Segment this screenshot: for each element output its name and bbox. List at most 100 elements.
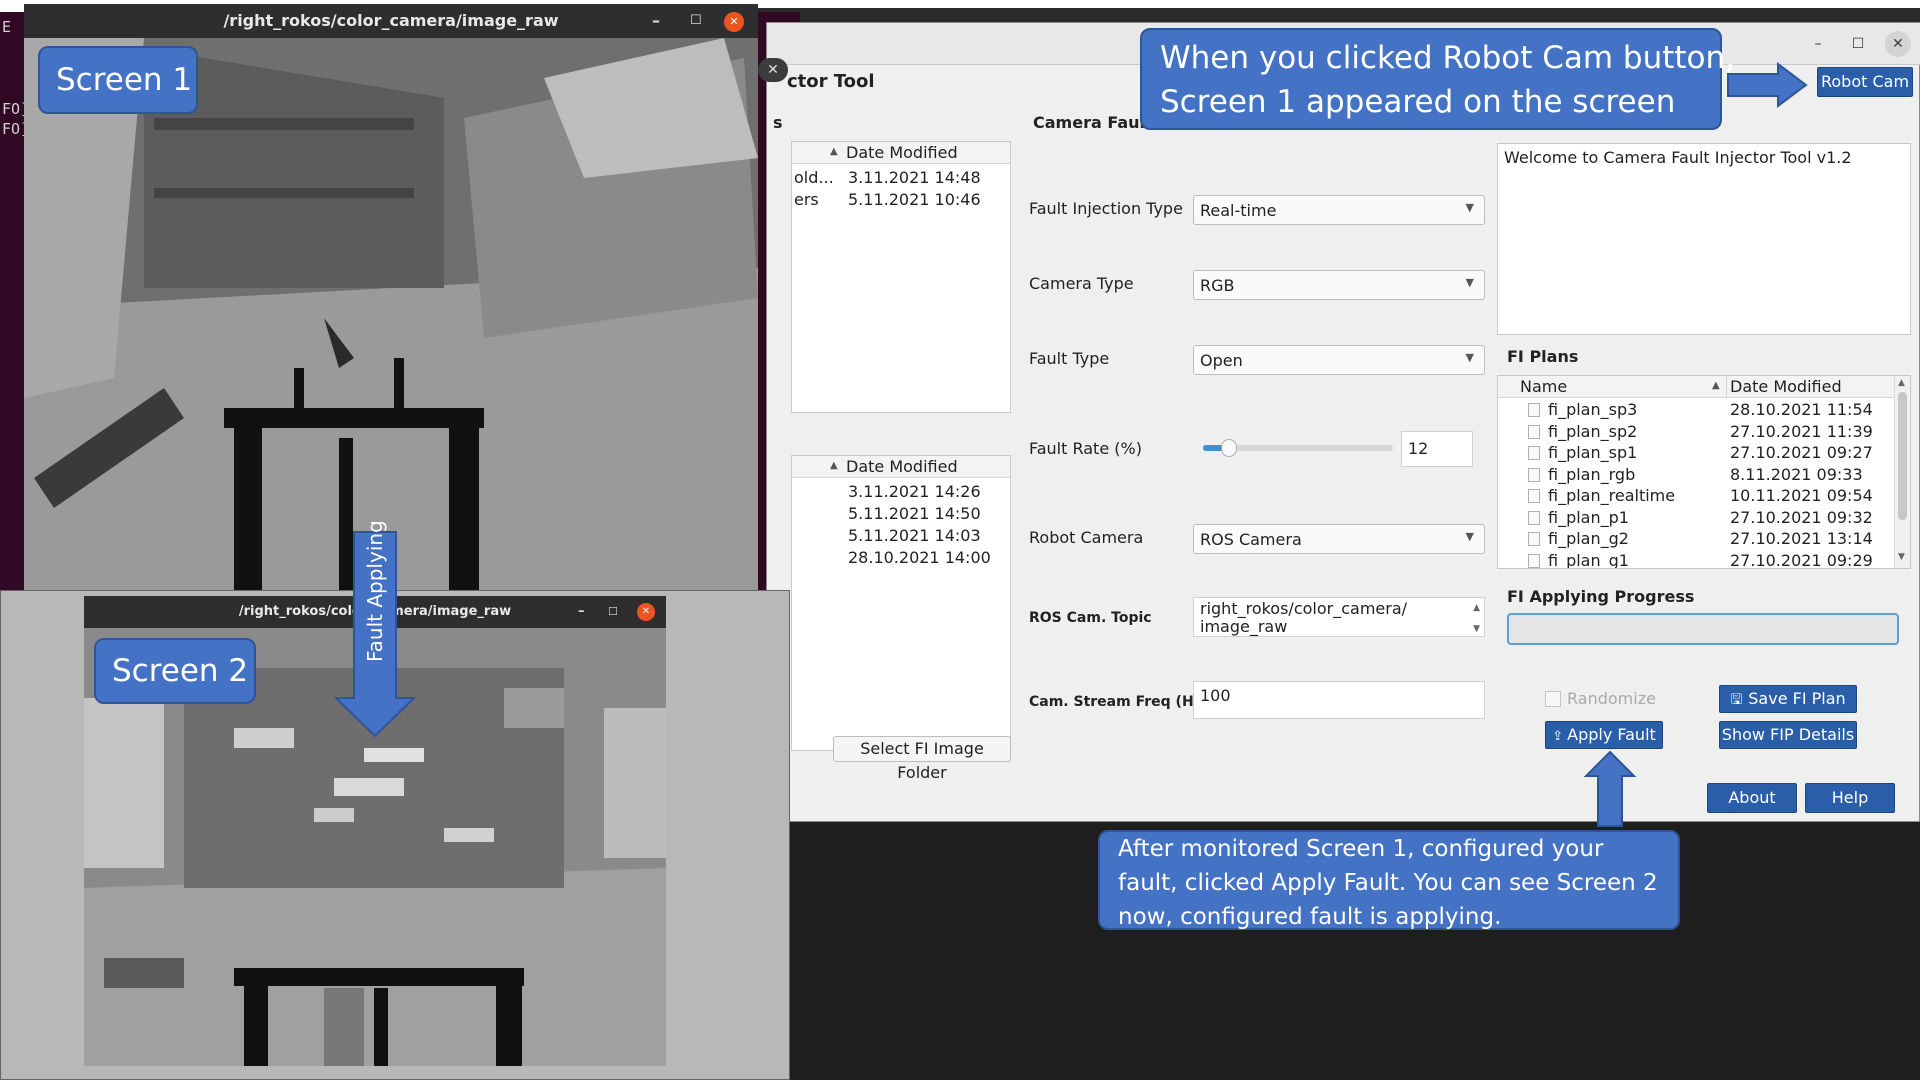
- fi-plan-name[interactable]: fi_plan_sp1: [1548, 443, 1637, 462]
- scroll-down-icon[interactable]: ▼: [1898, 552, 1905, 562]
- fault-type-select[interactable]: Open ▼: [1193, 345, 1485, 375]
- maximize-button[interactable]: ☐: [690, 4, 702, 38]
- camera-type-value: RGB: [1200, 276, 1235, 295]
- randomize-checkbox[interactable]: [1545, 691, 1561, 707]
- maximize-button[interactable]: ☐: [1845, 31, 1871, 57]
- image-list-tree[interactable]: ▲ Date Modified 3.11.2021 14:26 5.11.202…: [791, 455, 1011, 751]
- warehouse-scene-image: [24, 38, 758, 590]
- log-output: Welcome to Camera Fault Injector Tool v1…: [1497, 143, 1911, 335]
- close-button[interactable]: ✕: [724, 12, 744, 32]
- screen2-label: Screen 2: [112, 653, 249, 689]
- fi-plan-name[interactable]: fi_plan_sp2: [1548, 422, 1637, 441]
- close-button[interactable]: ✕: [1885, 31, 1911, 57]
- ros-cam-topic-line2: image_raw: [1200, 617, 1288, 636]
- file-icon: [1528, 510, 1540, 525]
- fi-plans-header: Name ▲ Date Modified: [1498, 376, 1894, 398]
- spin-down-icon[interactable]: ▼: [1473, 620, 1480, 638]
- fi-plan-name[interactable]: fi_plan_realtime: [1548, 486, 1675, 505]
- fault-applying-label: Fault Applying: [363, 520, 387, 662]
- tree-header: ▲ Date Modified: [792, 142, 1010, 164]
- scroll-up-icon[interactable]: ▲: [1898, 378, 1905, 388]
- show-fip-details-button[interactable]: Show FIP Details: [1719, 721, 1857, 749]
- fi-plan-date: 8.11.2021 09:33: [1730, 464, 1863, 484]
- robot-camera-select[interactable]: ROS Camera ▼: [1193, 524, 1485, 554]
- screen2-label-callout: Screen 2: [94, 638, 256, 704]
- file-icon: [1528, 553, 1540, 568]
- fi-plans-list[interactable]: Name ▲ Date Modified ▲ ▼ fi_plan_sp3 28.1…: [1497, 375, 1911, 569]
- sort-up-icon: ▲: [1712, 380, 1720, 391]
- screen1-label-callout: Screen 1: [38, 46, 198, 114]
- terminal-close-icon[interactable]: ✕: [758, 58, 788, 82]
- callout-bottom-line1: After monitored Screen 1, configured you…: [1118, 836, 1604, 862]
- cam-stream-freq-input[interactable]: 100: [1193, 681, 1485, 719]
- save-fi-plan-button[interactable]: 🖫 Save FI Plan: [1719, 685, 1857, 713]
- ros-cam-topic-label: ROS Cam. Topic: [1029, 610, 1152, 626]
- help-button[interactable]: Help: [1805, 783, 1895, 813]
- fault-rate-input[interactable]: 12: [1401, 431, 1473, 467]
- screen1-titlebar: /right_rokos/color_camera/image_raw – ☐ …: [24, 4, 758, 38]
- save-icon: 🖫: [1730, 692, 1743, 708]
- sort-up-icon: ▲: [830, 146, 838, 157]
- minimize-button[interactable]: –: [652, 4, 660, 38]
- spin-up-icon[interactable]: ▲: [1473, 599, 1480, 617]
- camera-type-label: Camera Type: [1029, 274, 1134, 293]
- tree-row-name[interactable]: old...: [794, 168, 834, 187]
- callout-bottom-line3: now, configured fault is applying.: [1118, 904, 1502, 930]
- apply-fault-label: Apply Fault: [1567, 725, 1656, 744]
- column-divider: [1726, 376, 1727, 398]
- fault-injection-type-label: Fault Injection Type: [1029, 199, 1183, 218]
- ros-cam-topic-input[interactable]: right_rokos/color_camera/ image_raw ▲ ▼: [1193, 597, 1485, 637]
- apply-fault-button[interactable]: ⇪ Apply Fault: [1545, 721, 1663, 749]
- callout-top-line1: When you clicked Robot Cam button,: [1160, 40, 1736, 76]
- select-fi-image-folder-button[interactable]: Select FI Image Folder: [833, 736, 1011, 782]
- tree-row-date: 3.11.2021 14:26: [848, 482, 981, 501]
- minimize-button[interactable]: –: [1805, 31, 1831, 57]
- image-folder-tree[interactable]: ▲ Date Modified old... 3.11.2021 14:48 e…: [791, 141, 1011, 413]
- fi-plan-date: 27.10.2021 11:39: [1730, 421, 1873, 441]
- fi-plan-date: 27.10.2021 09:29: [1730, 550, 1873, 569]
- fi-plans-title: FI Plans: [1507, 347, 1579, 366]
- scrollbar[interactable]: ▲ ▼: [1894, 376, 1910, 568]
- maximize-button[interactable]: ☐: [608, 596, 618, 628]
- screen1-label: Screen 1: [56, 62, 193, 98]
- date-modified-header[interactable]: Date Modified: [846, 457, 958, 476]
- callout-bottom-line2: fault, clicked Apply Fault. You can see …: [1118, 870, 1658, 896]
- chevron-down-icon: ▼: [1465, 276, 1474, 289]
- fi-plan-date: 27.10.2021 09:27: [1730, 443, 1873, 462]
- fi-plan-date: 28.10.2021 11:54: [1730, 400, 1873, 419]
- fault-rate-label: Fault Rate (%): [1029, 439, 1142, 458]
- close-button[interactable]: ✕: [637, 603, 655, 621]
- camera-type-select[interactable]: RGB ▼: [1193, 270, 1485, 300]
- fi-plan-name[interactable]: fi_plan_g1: [1548, 551, 1629, 569]
- date-modified-header[interactable]: Date Modified: [846, 143, 958, 162]
- tree-row-name[interactable]: ers: [794, 190, 819, 209]
- robot-cam-callout: When you clicked Robot Cam button, Scree…: [1140, 28, 1735, 130]
- slider-handle[interactable]: [1221, 439, 1237, 457]
- fi-plan-name[interactable]: fi_plan_p1: [1548, 508, 1629, 527]
- tree-row-date: 28.10.2021 14:00: [848, 548, 991, 567]
- fault-injection-type-value: Real-time: [1200, 201, 1277, 220]
- robot-camera-label: Robot Camera: [1029, 528, 1144, 547]
- fi-plan-name[interactable]: fi_plan_sp3: [1548, 400, 1637, 419]
- file-icon: [1528, 467, 1540, 482]
- date-modified-header[interactable]: Date Modified: [1730, 377, 1842, 396]
- terminal-line: E: [2, 18, 12, 36]
- fi-plan-date: 10.11.2021 09:54: [1730, 486, 1873, 505]
- minimize-button[interactable]: –: [578, 596, 585, 628]
- fault-injector-window: – ☐ ✕ ctor Tool s Camera Fault ▲ Date Mo…: [766, 22, 1920, 822]
- fault-injection-type-select[interactable]: Real-time ▼: [1193, 195, 1485, 225]
- file-icon: [1528, 532, 1540, 546]
- robot-cam-button[interactable]: Robot Cam: [1817, 67, 1913, 97]
- randomize-label: Randomize: [1567, 689, 1656, 708]
- fi-progress-bar: [1507, 613, 1899, 645]
- fi-plan-name[interactable]: fi_plan_rgb: [1548, 465, 1635, 484]
- scrollbar-thumb[interactable]: [1898, 392, 1907, 520]
- fi-plan-name[interactable]: fi_plan_g2: [1548, 529, 1629, 548]
- about-button[interactable]: About: [1707, 783, 1797, 813]
- fault-rate-slider[interactable]: [1203, 439, 1393, 457]
- file-icon: [1528, 489, 1540, 503]
- file-icon: [1528, 403, 1540, 417]
- apply-fault-callout: After monitored Screen 1, configured you…: [1098, 830, 1680, 930]
- name-header[interactable]: Name: [1520, 377, 1567, 396]
- tree-row-date: 5.11.2021 10:46: [848, 190, 981, 209]
